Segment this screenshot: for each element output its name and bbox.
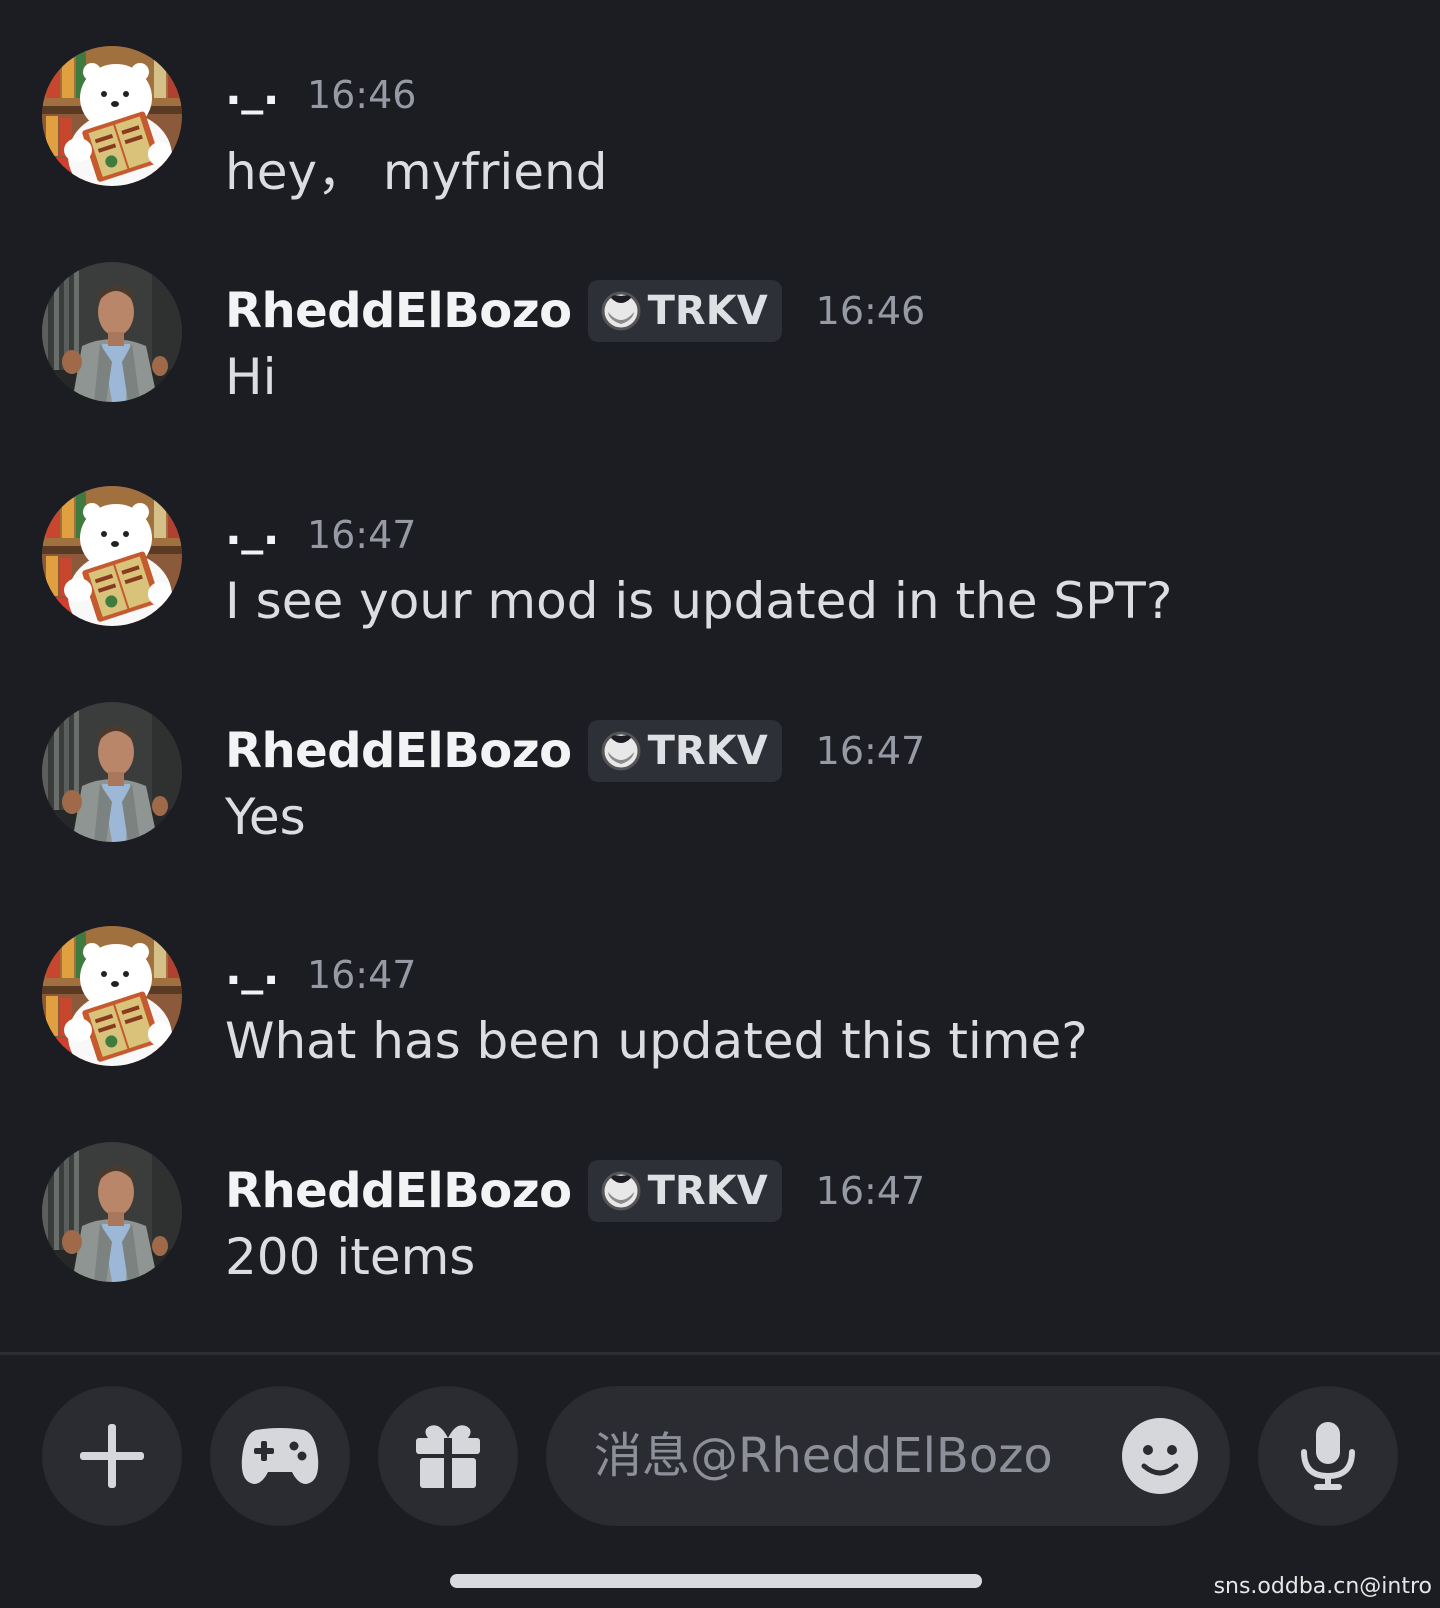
gift-button[interactable] xyxy=(378,1386,518,1526)
username[interactable]: RheddElBozo xyxy=(225,723,572,779)
message-item[interactable]: RheddElBozo TRKV 16:47 200 items xyxy=(0,1136,1440,1296)
message-text: Yes xyxy=(225,788,306,846)
username[interactable]: ._. xyxy=(225,504,279,555)
avatar[interactable] xyxy=(42,926,182,1066)
username[interactable]: ._. xyxy=(225,64,279,115)
message-item[interactable]: ._. 16:47 What has been updated this tim… xyxy=(0,920,1440,1080)
activities-button[interactable] xyxy=(210,1386,350,1526)
clan-tag-label: TRKV xyxy=(647,288,768,334)
message-header: ._. 16:47 xyxy=(225,500,416,570)
message-header: ._. 16:46 xyxy=(225,60,416,130)
message-list: ._. 16:46 hey， myfriend RheddElBozo TRKV… xyxy=(0,0,1440,1350)
message-item[interactable]: RheddElBozo TRKV 16:47 Yes xyxy=(0,696,1440,856)
timestamp: 16:47 xyxy=(815,1169,926,1213)
clan-tag-badge[interactable]: TRKV xyxy=(587,1160,782,1222)
message-text: I see your mod is updated in the SPT? xyxy=(225,572,1173,630)
message-header: RheddElBozo TRKV 16:46 xyxy=(225,276,925,346)
message-header: RheddElBozo TRKV 16:47 xyxy=(225,1156,925,1226)
message-header: RheddElBozo TRKV 16:47 xyxy=(225,716,925,786)
watermark: sns.oddba.cn@intro xyxy=(1213,1574,1432,1599)
gift-icon xyxy=(416,1425,480,1488)
message-item[interactable]: ._. 16:46 hey， myfriend xyxy=(0,40,1440,201)
username[interactable]: RheddElBozo xyxy=(225,1163,572,1219)
clan-shield-icon xyxy=(601,291,641,331)
message-item[interactable]: RheddElBozo TRKV 16:46 Hi xyxy=(0,256,1440,416)
timestamp: 16:46 xyxy=(306,73,417,117)
message-item[interactable]: ._. 16:47 I see your mod is updated in t… xyxy=(0,480,1440,640)
timestamp: 16:47 xyxy=(815,729,926,773)
message-text: Hi xyxy=(225,348,277,406)
message-input-placeholder: 消息@RheddElBozo xyxy=(594,1428,1053,1484)
microphone-icon xyxy=(1301,1422,1355,1490)
message-text: What has been updated this time? xyxy=(225,1012,1088,1070)
emoji-button[interactable] xyxy=(1120,1416,1200,1496)
clan-shield-icon xyxy=(601,731,641,771)
timestamp: 16:47 xyxy=(306,953,417,997)
plus-icon xyxy=(80,1424,144,1488)
clan-tag-label: TRKV xyxy=(647,1168,768,1214)
avatar[interactable] xyxy=(42,46,182,186)
voice-message-button[interactable] xyxy=(1258,1386,1398,1526)
message-text: 200 items xyxy=(225,1228,476,1286)
clan-tag-badge[interactable]: TRKV xyxy=(587,720,782,782)
avatar[interactable] xyxy=(42,702,182,842)
message-composer: 消息@RheddElBozo xyxy=(0,1386,1440,1526)
avatar[interactable] xyxy=(42,486,182,626)
clan-shield-icon xyxy=(601,1171,641,1211)
clan-tag-badge[interactable]: TRKV xyxy=(587,280,782,342)
message-header: ._. 16:47 xyxy=(225,940,416,1010)
clan-tag-label: TRKV xyxy=(647,728,768,774)
emoji-icon xyxy=(1122,1418,1198,1494)
avatar[interactable] xyxy=(42,262,182,402)
message-input[interactable]: 消息@RheddElBozo xyxy=(546,1386,1230,1526)
username[interactable]: ._. xyxy=(225,944,279,995)
avatar[interactable] xyxy=(42,1142,182,1282)
composer-divider xyxy=(0,1352,1440,1355)
gamepad-icon xyxy=(241,1428,319,1484)
home-indicator[interactable] xyxy=(450,1574,982,1588)
timestamp: 16:47 xyxy=(306,513,417,557)
timestamp: 16:46 xyxy=(815,289,926,333)
username[interactable]: RheddElBozo xyxy=(225,283,572,339)
message-text: hey， myfriend xyxy=(225,143,608,201)
attach-button[interactable] xyxy=(42,1386,182,1526)
